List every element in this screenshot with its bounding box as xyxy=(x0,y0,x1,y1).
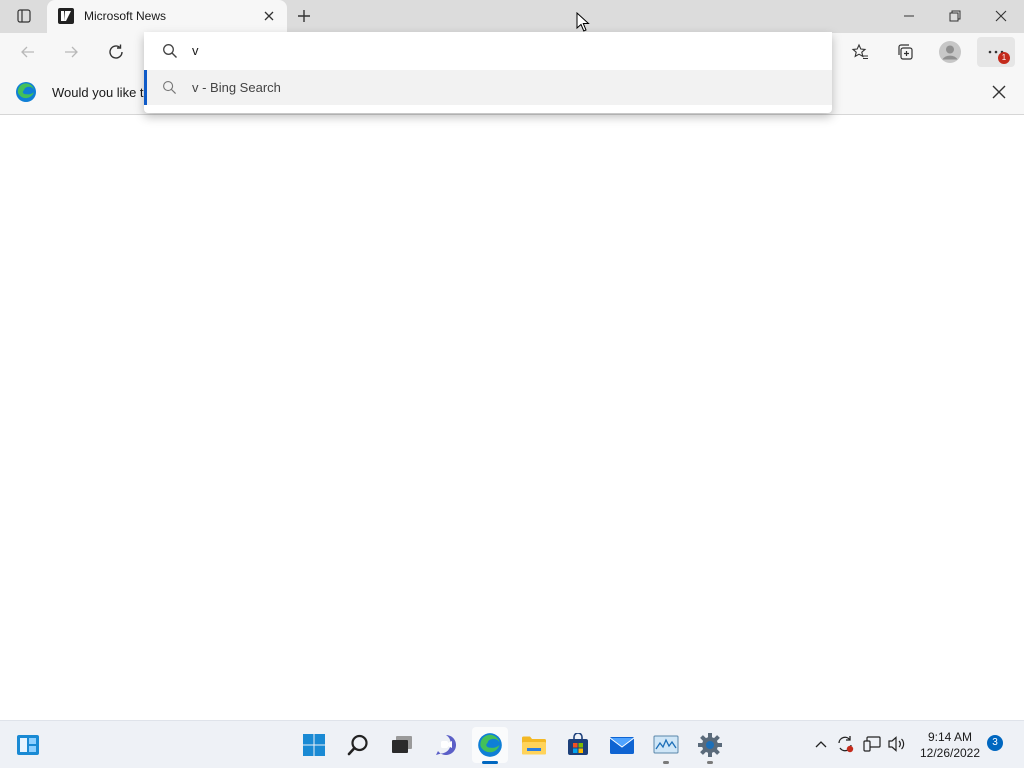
menu-badge: 1 xyxy=(998,52,1010,64)
suggestion-selected-indicator xyxy=(144,70,147,105)
file-explorer-icon[interactable] xyxy=(516,727,552,763)
search-icon xyxy=(162,80,177,95)
show-hidden-icons-chevron-icon[interactable] xyxy=(812,733,830,755)
title-bar: Microsoft News xyxy=(0,0,1024,33)
widgets-icon[interactable] xyxy=(10,727,46,763)
close-window-button[interactable] xyxy=(978,0,1024,32)
tab-actions-icon[interactable] xyxy=(12,6,36,26)
task-view-icon[interactable] xyxy=(384,727,420,763)
taskbar: 9:14 AM 12/26/2022 xyxy=(0,720,1024,768)
favorites-icon[interactable] xyxy=(845,37,875,67)
minimize-button[interactable] xyxy=(886,0,932,32)
volume-icon[interactable] xyxy=(886,733,908,755)
chat-icon[interactable] xyxy=(428,727,464,763)
edge-taskbar-icon[interactable] xyxy=(472,727,508,764)
msn-logo-icon xyxy=(58,8,74,24)
suggestion-text: v - Bing Search xyxy=(192,80,281,95)
sync-status-icon[interactable] xyxy=(834,733,856,755)
search-icon[interactable] xyxy=(340,727,376,763)
tab-microsoft-news[interactable]: Microsoft News xyxy=(47,0,287,33)
address-bar-input[interactable]: v xyxy=(144,32,832,70)
forward-button[interactable] xyxy=(56,37,86,67)
clock[interactable]: 9:14 AM 12/26/2022 xyxy=(914,729,986,761)
running-indicator xyxy=(663,761,669,764)
address-bar-dropdown: v v - Bing Search xyxy=(144,32,832,113)
mouse-cursor-icon xyxy=(576,12,590,32)
profile-avatar[interactable] xyxy=(935,37,965,67)
performance-monitor-icon[interactable] xyxy=(648,727,684,764)
clock-date: 12/26/2022 xyxy=(919,746,981,760)
back-button[interactable] xyxy=(13,37,43,67)
clock-time: 9:14 AM xyxy=(927,730,973,744)
edge-logo-icon xyxy=(15,81,37,103)
refresh-button[interactable] xyxy=(101,37,131,67)
tab-title: Microsoft News xyxy=(84,9,167,23)
info-bar-message: Would you like t xyxy=(52,85,144,100)
store-icon[interactable] xyxy=(560,727,596,763)
collections-icon[interactable] xyxy=(890,37,920,67)
close-tab-icon[interactable] xyxy=(263,10,275,22)
start-button[interactable] xyxy=(296,727,332,763)
network-icon[interactable] xyxy=(861,733,883,755)
suggestion-item[interactable]: v - Bing Search xyxy=(144,70,832,105)
address-bar-value: v xyxy=(192,43,199,58)
close-info-bar-icon[interactable] xyxy=(991,84,1007,100)
running-indicator xyxy=(482,761,498,764)
search-icon xyxy=(162,43,178,59)
running-indicator xyxy=(707,761,713,764)
notification-badge[interactable]: 3 xyxy=(987,735,1003,751)
restore-button[interactable] xyxy=(932,0,978,32)
settings-menu-button[interactable]: 1 xyxy=(977,37,1015,67)
new-tab-button[interactable] xyxy=(292,5,316,27)
mail-icon[interactable] xyxy=(604,727,640,763)
settings-gear-icon[interactable] xyxy=(692,727,728,764)
